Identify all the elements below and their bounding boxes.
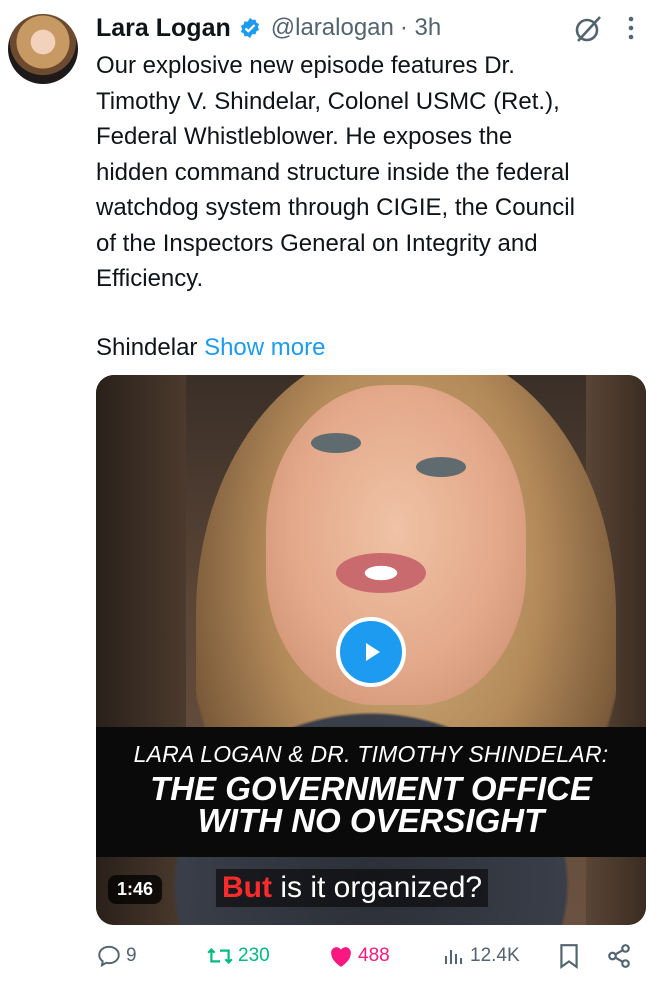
retweet-icon [207,948,233,964]
views-button[interactable]: 12.4K [442,938,520,974]
like-count: 488 [358,945,390,966]
play-button[interactable] [336,617,406,687]
video-title-banner: LARA LOGAN & DR. TIMOTHY SHINDELAR: THE … [96,727,646,857]
play-icon [366,643,380,661]
banner-title-line1: THE GOVERNMENT OFFICE [150,770,592,807]
video-thumbnail[interactable]: LARA LOGAN & DR. TIMOTHY SHINDELAR: THE … [96,375,646,925]
video-subject-eye [416,457,466,477]
retweet-button[interactable]: 230 [206,938,270,974]
caption-text: is it organized? [271,871,483,904]
heart-icon [331,947,351,967]
banner-title-line2: WITH NO OVERSIGHT [197,802,545,839]
banner-subtitle: LARA LOGAN & DR. TIMOTHY SHINDELAR: [133,741,609,767]
tweet-text: Our explosive new episode features Dr. T… [96,52,575,292]
retweet-count: 230 [238,945,270,966]
reply-count: 9 [126,945,137,966]
bookmark-icon [560,944,578,969]
share-icon [608,944,630,968]
verified-badge-icon [239,17,261,39]
author-avatar[interactable] [8,14,78,84]
author-name[interactable]: Lara Logan [96,14,231,43]
video-caption: But is it organized? [216,869,489,907]
bookmark-button[interactable] [558,938,584,974]
author-handle[interactable]: @laralogan [271,14,394,42]
tweet-text-tail: Shindelar [96,334,198,361]
tweet-header: Lara Logan @laralogan · 3h [96,10,647,46]
tweet-text-continuation: Shindelar Show more [96,330,325,365]
views-icon [445,950,462,964]
video-subject-eye [311,433,361,453]
tweet-actions-bar: 9 230 488 12.4K [96,938,641,974]
caption-highlight: But [222,871,272,904]
reply-button[interactable]: 9 [96,938,137,974]
share-button[interactable] [606,938,636,974]
views-count: 12.4K [470,945,520,966]
grok-icon[interactable] [573,14,603,44]
reply-icon [98,945,120,968]
like-button[interactable]: 488 [328,938,390,974]
video-subject-mouth [336,553,426,593]
more-options-icon[interactable] [623,14,639,42]
video-duration-badge: 1:46 [108,875,163,904]
show-more-link[interactable]: Show more [204,334,325,361]
tweet-time[interactable]: · 3h [400,14,441,42]
